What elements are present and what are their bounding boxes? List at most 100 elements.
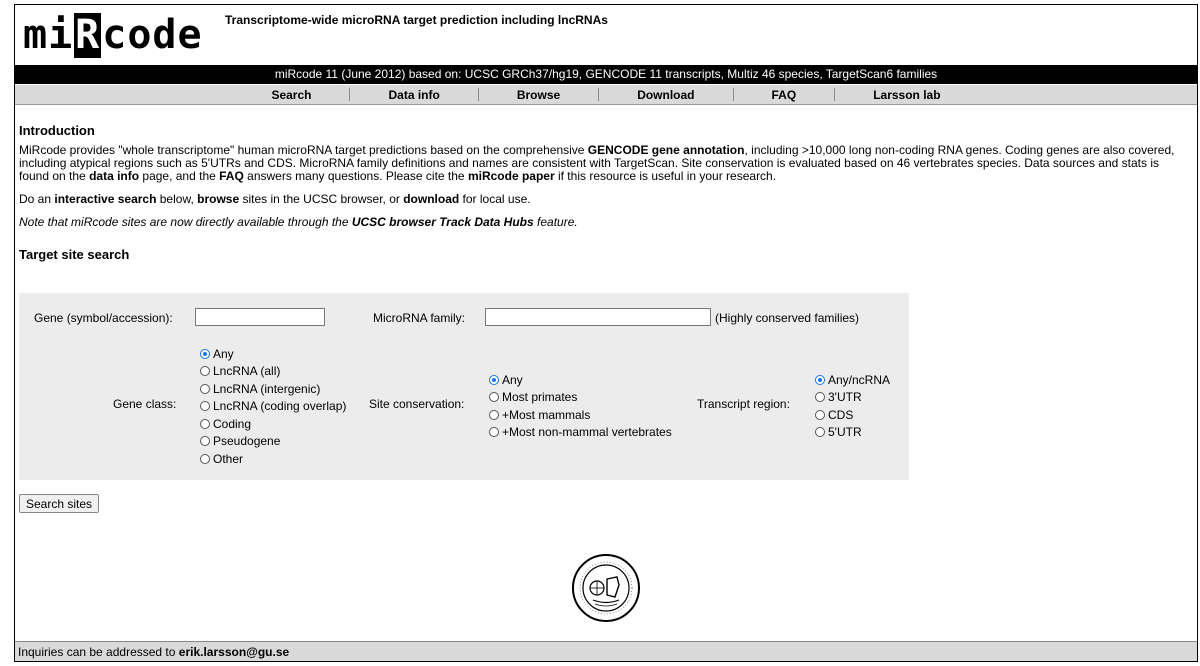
intro-text: if this resource is useful in your resea… (554, 169, 777, 183)
radio-icon[interactable] (200, 436, 210, 447)
note-paragraph: Note that miRcode sites are now directly… (19, 216, 1189, 229)
usage-text: below, (156, 192, 198, 206)
gene-class-option[interactable]: Other (200, 450, 346, 468)
option-label: Other (213, 451, 244, 466)
gene-class-option[interactable]: LncRNA (coding overlap) (200, 398, 346, 416)
region-option[interactable]: CDS (815, 406, 890, 424)
footer: Inquiries can be addressed to erik.larss… (15, 641, 1197, 661)
option-label: LncRNA (intergenic) (213, 381, 321, 396)
contact-email-link[interactable]: erik.larsson@gu.se (179, 645, 289, 659)
logo-code: code (102, 12, 203, 58)
usage-text: Do an (19, 192, 55, 206)
site-conservation-label: Site conservation: (369, 397, 465, 411)
radio-icon[interactable] (200, 401, 210, 412)
tagline: Transcriptome-wide microRNA target predi… (225, 13, 608, 27)
intro-text: page, and the (139, 169, 220, 183)
conservation-radio-group: Any Most primates +Most mammals +Most no… (489, 371, 672, 441)
option-label: Coding (213, 416, 252, 431)
nav-data-info[interactable]: Data info (350, 88, 477, 102)
page-frame: mi Rcode Transcriptome-wide microRNA targ… (14, 4, 1198, 662)
radio-icon[interactable] (200, 366, 210, 377)
microrna-family-input[interactable] (485, 308, 711, 326)
logo-mi: mi (23, 12, 74, 58)
option-label: CDS (828, 407, 854, 422)
radio-icon[interactable] (200, 418, 210, 429)
mircode-paper-link[interactable]: miRcode paper (468, 169, 555, 183)
track-data-hubs-link[interactable]: UCSC browser Track Data Hubs (352, 215, 534, 229)
gene-class-option[interactable]: Any (200, 345, 346, 363)
intro-heading: Introduction (19, 123, 95, 138)
mircode-logo[interactable]: mi Rcode (23, 13, 203, 58)
data-info-link[interactable]: data info (89, 169, 139, 183)
radio-icon[interactable] (815, 374, 825, 385)
radio-icon[interactable] (489, 427, 499, 438)
option-label: +Most mammals (502, 407, 591, 422)
region-radio-group: Any/ncRNA 3'UTR CDS 5'UTR (815, 371, 890, 441)
gene-class-option[interactable]: LncRNA (all) (200, 363, 346, 381)
usage-paragraph: Do an interactive search below, browse s… (19, 193, 1189, 206)
interactive-search-link[interactable]: interactive search (54, 192, 156, 206)
nav-larsson-lab[interactable]: Larsson lab (835, 88, 978, 102)
download-link[interactable]: download (403, 192, 459, 206)
gene-input[interactable] (195, 308, 325, 326)
option-label: Any/ncRNA (828, 372, 891, 387)
transcript-region-label: Transcript region: (697, 397, 790, 411)
conservation-option[interactable]: Most primates (489, 389, 672, 407)
option-label: LncRNA (all) (213, 364, 281, 379)
gene-label: Gene (symbol/accession): (34, 311, 173, 325)
main-content: Introduction MiRcode provides "whole tra… (19, 113, 1189, 268)
option-label: Any (213, 346, 234, 361)
university-seal-logo (572, 554, 640, 622)
logo-r: R (74, 12, 102, 58)
radio-icon[interactable] (200, 383, 210, 394)
gene-class-label: Gene class: (113, 397, 177, 411)
gene-class-option[interactable]: Pseudogene (200, 433, 346, 451)
faq-link[interactable]: FAQ (219, 169, 244, 183)
option-label: 3'UTR (828, 390, 862, 405)
intro-paragraph: MiRcode provides "whole transcriptome" h… (19, 144, 1189, 183)
gencode-link[interactable]: GENCODE gene annotation (588, 143, 745, 157)
radio-icon[interactable] (815, 427, 825, 438)
radio-icon[interactable] (489, 374, 499, 385)
nav-download[interactable]: Download (599, 88, 732, 102)
region-option[interactable]: Any/ncRNA (815, 371, 890, 389)
conservation-option[interactable]: +Most mammals (489, 406, 672, 424)
nav-browse[interactable]: Browse (479, 88, 598, 102)
intro-text: MiRcode provides "whole transcriptome" h… (19, 143, 588, 157)
gene-class-radio-group: Any LncRNA (all) LncRNA (intergenic) Lnc… (200, 345, 346, 468)
option-label: LncRNA (coding overlap) (213, 399, 347, 414)
note-text: Note that miRcode sites are now directly… (19, 215, 352, 229)
radio-icon[interactable] (200, 453, 210, 464)
family-note: (Highly conserved families) (715, 311, 860, 325)
radio-icon[interactable] (815, 392, 825, 403)
region-option[interactable]: 5'UTR (815, 424, 890, 442)
search-heading: Target site search (19, 247, 130, 262)
radio-icon[interactable] (200, 348, 210, 359)
nav-search[interactable]: Search (233, 88, 349, 102)
header: mi Rcode Transcriptome-wide microRNA targ… (15, 5, 1197, 65)
radio-icon[interactable] (489, 392, 499, 403)
option-label: +Most non-mammal vertebrates (502, 425, 672, 440)
intro-text: answers many questions. Please cite the (243, 169, 468, 183)
microrna-family-label: MicroRNA family: (373, 311, 466, 325)
option-label: Most primates (502, 390, 578, 405)
gene-class-option[interactable]: LncRNA (intergenic) (200, 380, 346, 398)
usage-text: sites in the UCSC browser, or (239, 192, 404, 206)
main-nav: Search Data info Browse Download FAQ Lar… (15, 85, 1197, 105)
radio-icon[interactable] (489, 409, 499, 420)
option-label: Any (502, 372, 523, 387)
footer-text: Inquiries can be addressed to (18, 645, 179, 659)
radio-icon[interactable] (815, 409, 825, 420)
nav-faq[interactable]: FAQ (734, 88, 835, 102)
search-sites-button[interactable]: Search sites (19, 494, 100, 513)
browse-link[interactable]: browse (197, 192, 239, 206)
option-label: Pseudogene (213, 434, 281, 449)
region-option[interactable]: 3'UTR (815, 389, 890, 407)
conservation-option[interactable]: +Most non-mammal vertebrates (489, 424, 672, 442)
usage-text: for local use. (459, 192, 531, 206)
gene-class-option[interactable]: Coding (200, 415, 346, 433)
search-form-panel: Gene (symbol/accession): MicroRNA family… (19, 293, 909, 480)
version-info-bar: miRcode 11 (June 2012) based on: UCSC GR… (15, 65, 1197, 84)
option-label: 5'UTR (828, 425, 862, 440)
conservation-option[interactable]: Any (489, 371, 672, 389)
